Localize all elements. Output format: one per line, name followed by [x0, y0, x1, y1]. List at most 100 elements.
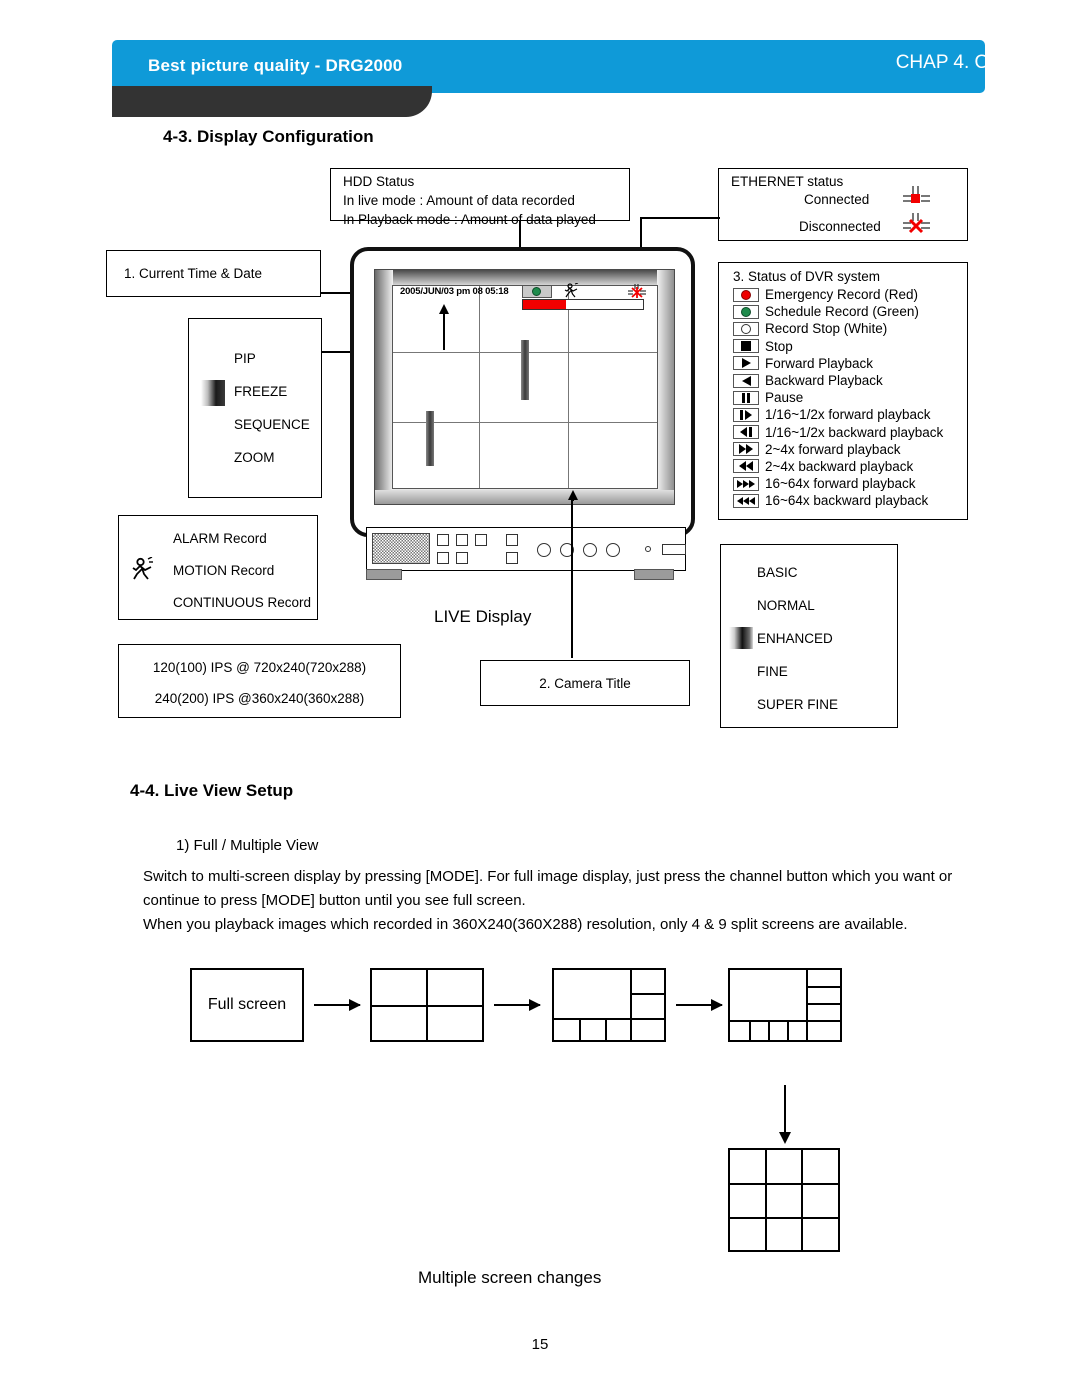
quality-super-fine: SUPER FINE [757, 697, 839, 712]
split-7-screen [552, 968, 666, 1042]
display-mode-pip: PIP [234, 351, 256, 366]
dvr-status-row-fast-forward: 2~4x forward playback [733, 441, 967, 458]
dvr-speaker-mesh [372, 533, 430, 564]
dvr-button-5[interactable] [456, 552, 468, 564]
dvr-button-7[interactable] [506, 552, 518, 564]
split-full-screen: Full screen [190, 968, 304, 1042]
split9-h2 [730, 1217, 838, 1219]
freeze-gradient-icon [201, 380, 225, 406]
dvr-status-label-0: Emergency Record (Red) [765, 287, 919, 303]
live-display-label: LIVE Display [434, 607, 532, 626]
quality-fine: FINE [757, 664, 788, 679]
split10-v-right [806, 970, 808, 1040]
dvr-status-title: 3. Status of DVR system [733, 269, 881, 284]
ips-resolution-box: 120(100) IPS @ 720x240(720x288) 240(200)… [118, 644, 401, 718]
split-4-screen [370, 968, 484, 1042]
header-brand-text: Best picture quality - DRG2000 [148, 56, 403, 75]
full-screen-label: Full screen [207, 996, 287, 1013]
page-number: 15 [531, 1336, 549, 1353]
dvr-foot-left [366, 569, 402, 580]
quality-enhanced: ENHANCED [757, 631, 833, 646]
dvr-status-row-very-fast-forward: 16~64x forward playback [733, 475, 967, 492]
split7-v-b1 [579, 1018, 581, 1040]
dvr-button-2[interactable] [456, 534, 468, 546]
camera-title-leader-arrow [439, 304, 448, 350]
flow-arrow-down [779, 1085, 791, 1144]
monitor-screen [392, 285, 658, 489]
dvr-status-row-slow-backward: 1/16~1/2x backward playback [733, 424, 967, 441]
display-mode-zoom: ZOOM [234, 450, 275, 465]
bezel-left [375, 270, 393, 504]
fast-forward-icon [733, 442, 759, 457]
split4-v [426, 970, 428, 1040]
split-9-screen [728, 1148, 840, 1252]
dvr-status-row-stop: Stop [733, 338, 967, 355]
dvr-status-row-fast-backward: 2~4x backward playback [733, 458, 967, 475]
osd-motion-icon [564, 283, 579, 298]
display-mode-box: PIP FREEZE SEQUENCE ZOOM [188, 318, 322, 498]
fast-backward-icon [733, 459, 759, 474]
page-title-display-config: 4-3. Display Configuration [163, 127, 374, 146]
osd-ethernet-icon [628, 284, 646, 298]
dvr-status-label-4: Forward Playback [765, 355, 874, 371]
dvr-status-row-emergency-record: Emergency Record (Red) [733, 286, 967, 303]
split10-h-r2 [806, 1003, 840, 1005]
dvr-button-1[interactable] [437, 534, 449, 546]
dvr-status-label-10: 2~4x backward playback [765, 458, 914, 474]
dvr-foot-right [634, 569, 674, 580]
split10-v-b1 [749, 1020, 751, 1040]
dvr-status-label-8: 1/16~1/2x backward playback [765, 424, 944, 440]
split10-v-b2 [768, 1020, 770, 1040]
slow-forward-icon [733, 407, 759, 422]
paragraph-1: Switch to multi-screen display by pressi… [143, 868, 953, 909]
dvr-knob-4[interactable] [606, 543, 620, 557]
dvr-display-window [662, 544, 686, 555]
hdd-status-box: HDD Status In live mode : Amount of data… [330, 168, 630, 227]
split9-v1 [765, 1150, 767, 1250]
dvr-status-row-forward-playback: Forward Playback [733, 355, 967, 372]
dvr-button-3[interactable] [475, 534, 487, 546]
dvr-status-label-6: Pause [765, 390, 804, 406]
quality-normal: NORMAL [757, 598, 815, 613]
white-circle-icon [733, 321, 759, 336]
leader-eth-h [640, 217, 720, 219]
flow-arrow-2 [494, 999, 541, 1011]
dvr-status-label-5: Backward Playback [765, 373, 883, 389]
dvr-knob-3[interactable] [583, 543, 597, 557]
flow-arrow-3 [676, 999, 723, 1011]
ips-line-1: 120(100) IPS @ 720x240(720x288) [152, 660, 367, 675]
split10-h-bottom [730, 1020, 840, 1022]
ethernet-disconnected-label: Disconnected [799, 219, 881, 234]
dvr-button-6[interactable] [506, 534, 518, 546]
ethernet-status-box: ETHERNET status Connected Disconnected [718, 168, 968, 241]
dvr-status-row-record-stop: Record Stop (White) [733, 320, 967, 337]
split7-v-b2 [605, 1018, 607, 1040]
stop-square-icon [733, 339, 759, 354]
ips-line-2: 240(200) IPS @360x240(360x288) [154, 691, 365, 706]
ethernet-disconnected-icon [903, 213, 930, 234]
dvr-status-row-very-fast-backward: 16~64x backward playback [733, 492, 967, 509]
split7-h-r1 [630, 993, 664, 995]
screen-figure-1 [521, 340, 529, 400]
quality-level-box: BASIC NORMAL ENHANCED FINE SUPER FINE [720, 544, 898, 728]
display-mode-freeze: FREEZE [234, 384, 288, 399]
split9-v2 [801, 1150, 803, 1250]
current-time-label: 1. Current Time & Date [124, 266, 263, 281]
dvr-status-row-backward-playback: Backward Playback [733, 372, 967, 389]
dvr-status-box: 3. Status of DVR system Emergency Record… [718, 262, 968, 520]
red-circle-icon [733, 287, 759, 302]
very-fast-backward-icon [733, 493, 759, 508]
enhanced-gradient-icon [729, 627, 753, 649]
dvr-button-4[interactable] [437, 552, 449, 564]
hdd-status-line2: In live mode : Amount of data recorded [343, 193, 575, 208]
dvr-status-label-9: 2~4x forward playback [765, 441, 901, 457]
split7-v-right [630, 970, 632, 1040]
dvr-status-label-1: Schedule Record (Green) [765, 304, 919, 320]
osd-hdd-bar-fill [523, 300, 566, 309]
split9-h1 [730, 1183, 838, 1185]
bezel-bottom [375, 490, 674, 504]
dvr-status-row-pause: Pause [733, 389, 967, 406]
dvr-knob-1[interactable] [537, 543, 551, 557]
dvr-led [645, 546, 651, 552]
dvr-status-label-7: 1/16~1/2x forward playback [765, 407, 931, 423]
